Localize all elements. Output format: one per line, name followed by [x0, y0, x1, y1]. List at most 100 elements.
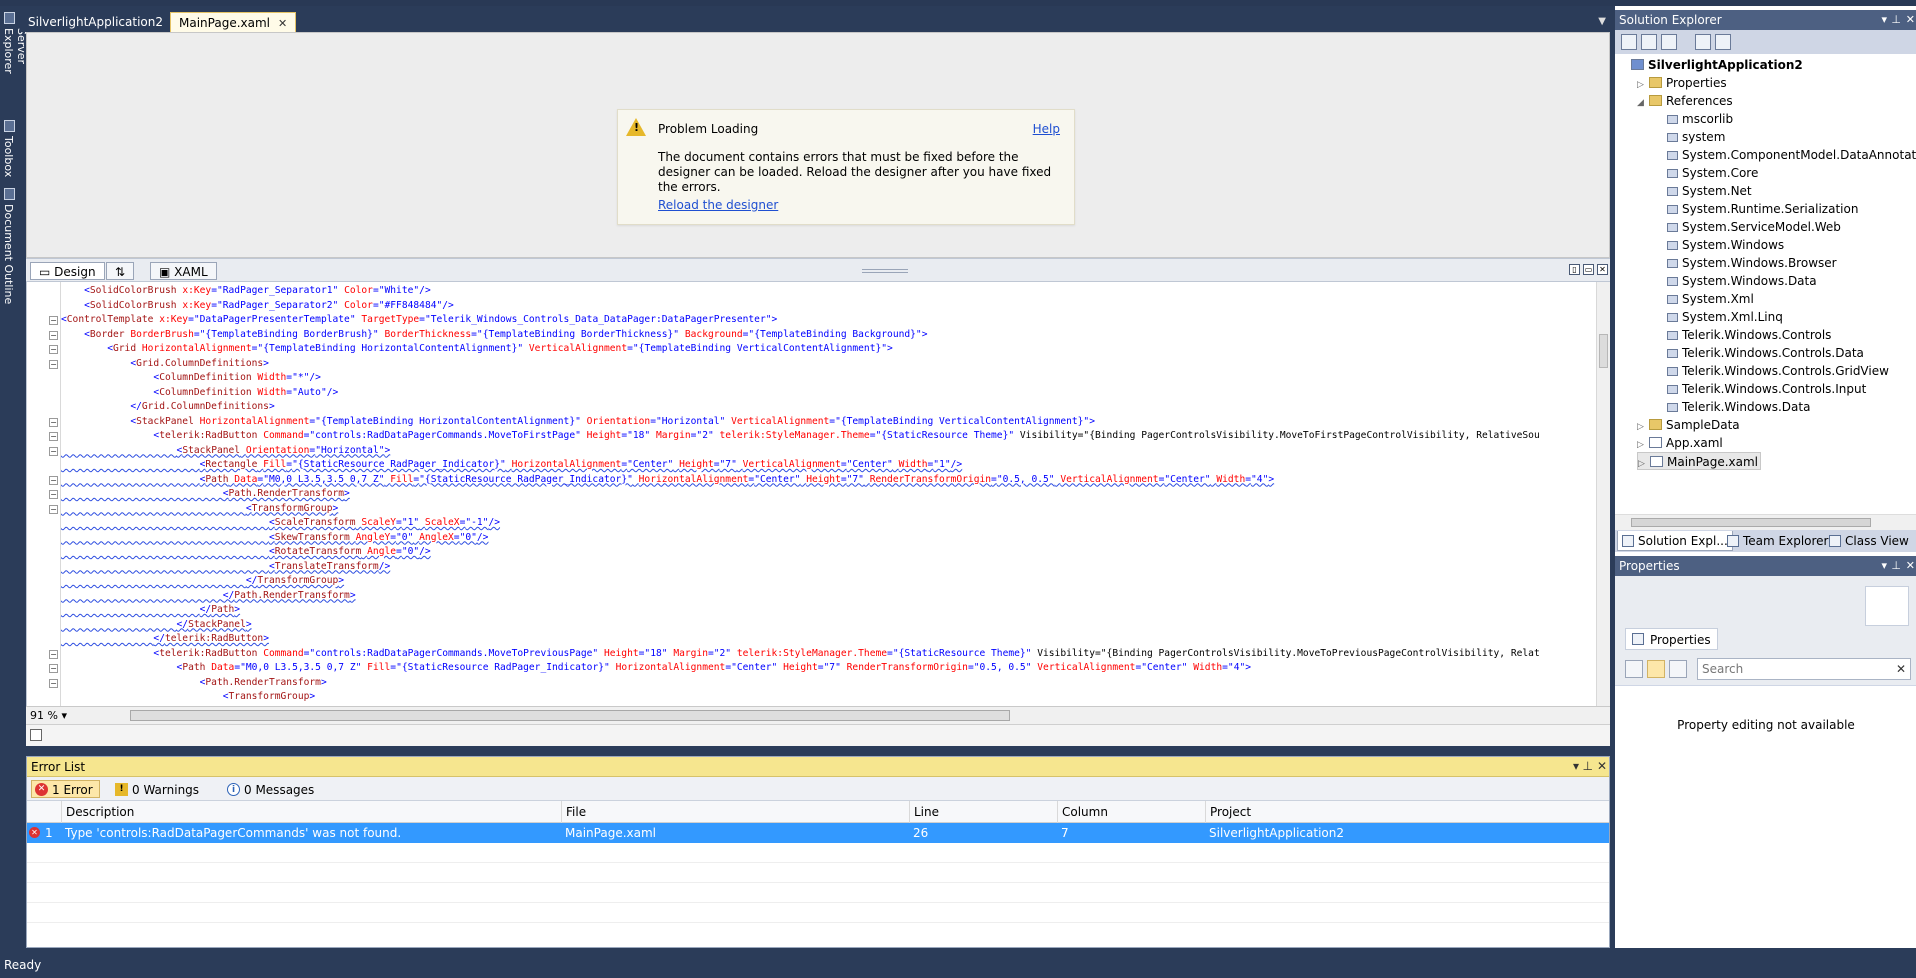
tab-properties[interactable]: Properties	[1625, 628, 1718, 650]
column-description[interactable]: Description	[61, 801, 561, 823]
fold-toggle-icon[interactable]: −	[49, 664, 58, 673]
code-line[interactable]: <StackPanel Orientation="Horizontal">	[61, 444, 391, 459]
splitter-grip[interactable]	[862, 269, 908, 273]
categorized-icon[interactable]	[1625, 660, 1643, 678]
fold-toggle-icon[interactable]: −	[49, 490, 58, 499]
tree-item[interactable]: ▷ MainPage.xaml	[1637, 452, 1761, 470]
tree-item[interactable]: ◢ References	[1637, 92, 1733, 110]
tree-item[interactable]: ▷ Properties	[1637, 74, 1727, 92]
vertical-split-icon[interactable]: ▯	[1569, 264, 1580, 275]
code-line[interactable]: <Border BorderBrush="{TemplateBinding Bo…	[61, 328, 927, 343]
tree-item[interactable]: ▷ App.xaml	[1637, 434, 1723, 452]
tab-solution-explorer[interactable]: Solution Expl...	[1617, 531, 1733, 551]
fold-toggle-icon[interactable]: −	[49, 432, 58, 441]
horizontal-scroll-thumb[interactable]	[130, 710, 1010, 721]
help-link[interactable]: Help	[1033, 122, 1060, 136]
code-line[interactable]: <telerik:RadButton Command="controls:Rad…	[61, 647, 1539, 662]
tree-item[interactable]: system	[1655, 128, 1725, 146]
view-designer-icon[interactable]	[1715, 34, 1731, 50]
code-line[interactable]: <SolidColorBrush x:Key="RadPager_Separat…	[61, 284, 431, 299]
column-column[interactable]: Column	[1057, 801, 1205, 823]
code-line[interactable]: <telerik:RadButton Command="controls:Rad…	[61, 429, 1539, 444]
code-area[interactable]: <SolidColorBrush x:Key="RadPager_Separat…	[61, 282, 1609, 706]
window-position-icon[interactable]: ▾	[1881, 559, 1887, 572]
events-icon[interactable]	[1669, 660, 1687, 678]
tree-item[interactable]: System.Net	[1655, 182, 1752, 200]
close-panel-icon[interactable]: ✕	[1597, 759, 1607, 773]
fold-toggle-icon[interactable]: −	[49, 446, 58, 456]
hscroll-thumb[interactable]	[1631, 518, 1871, 527]
editor-vertical-scrollbar[interactable]	[1596, 282, 1610, 706]
tree-item[interactable]: System.Windows	[1655, 236, 1784, 254]
code-line[interactable]: <SolidColorBrush x:Key="RadPager_Separat…	[61, 299, 454, 314]
pin-icon[interactable]: ⊥	[1891, 13, 1901, 26]
fold-toggle-icon[interactable]: −	[49, 504, 58, 514]
window-position-icon[interactable]: ▾	[1573, 759, 1579, 773]
errors-filter-button[interactable]: ✕ 1 Error	[31, 780, 100, 798]
toolbox-tab[interactable]: Toolbox	[2, 118, 18, 178]
show-all-files-icon[interactable]	[1641, 34, 1657, 50]
code-line[interactable]: <Path Data="M0,0 L3.5,3.5 0,7 Z" Fill="{…	[61, 473, 1275, 488]
code-line[interactable]: <TransformGroup>	[61, 502, 338, 517]
horizontal-split-icon[interactable]: ▭	[1583, 264, 1594, 275]
code-line[interactable]: <StackPanel HorizontalAlignment="{Templa…	[61, 415, 1095, 430]
tree-item[interactable]: System.Xml	[1655, 290, 1754, 308]
solution-tree-hscroll[interactable]	[1615, 514, 1916, 530]
vertical-scroll-thumb[interactable]	[1599, 334, 1608, 368]
expander-icon[interactable]: ◢	[1637, 94, 1649, 112]
tree-item[interactable]: System.Core	[1655, 164, 1758, 182]
fold-toggle-icon[interactable]: −	[49, 330, 58, 340]
tab-team-explorer[interactable]: Team Explorer	[1723, 531, 1833, 551]
column-file[interactable]: File	[561, 801, 909, 823]
tree-item[interactable]: System.Windows.Data	[1655, 272, 1817, 290]
fold-toggle-icon[interactable]: −	[49, 678, 58, 688]
close-panel-icon[interactable]: ✕	[1906, 559, 1915, 572]
tab-mainpage-xaml[interactable]: MainPage.xaml ✕	[170, 12, 297, 32]
tree-item[interactable]: System.Runtime.Serialization	[1655, 200, 1858, 218]
warnings-filter-button[interactable]: ! 0 Warnings	[111, 780, 206, 798]
xaml-editor[interactable]: − − − − − − − − − − − − − <SolidColorBrush x:Key="Ra…	[26, 282, 1610, 706]
tree-item[interactable]: SilverlightApplication2	[1619, 56, 1803, 74]
reload-designer-link[interactable]: Reload the designer	[658, 198, 778, 212]
refresh-icon[interactable]	[1661, 34, 1677, 50]
fold-toggle-icon[interactable]: −	[49, 359, 58, 369]
document-outline-tab[interactable]: Document Outline	[2, 186, 18, 306]
window-position-icon[interactable]: ▾	[1881, 13, 1887, 26]
tree-item[interactable]: System.ServiceModel.Web	[1655, 218, 1841, 236]
server-explorer-tab[interactable]: Server Explorer	[2, 10, 28, 106]
tree-item[interactable]: ▷ SampleData	[1637, 416, 1740, 434]
pin-icon[interactable]: ⊥	[1891, 559, 1901, 572]
close-tab-icon[interactable]: ✕	[278, 17, 287, 30]
tree-item[interactable]: System.Windows.Browser	[1655, 254, 1837, 272]
pin-icon[interactable]: ⊥	[1583, 759, 1593, 773]
code-line[interactable]: <RotateTransform Angle="0"/>	[61, 545, 431, 560]
code-line[interactable]: </Grid.ColumnDefinitions>	[61, 400, 274, 415]
column-project[interactable]: Project	[1205, 801, 1605, 823]
code-line[interactable]: <ColumnDefinition Width="Auto"/>	[61, 386, 338, 401]
collapse-pane-icon[interactable]: ✕	[1597, 264, 1608, 275]
code-line[interactable]: <Path.RenderTransform>	[61, 676, 327, 691]
tree-item[interactable]: System.ComponentModel.DataAnnotations	[1655, 146, 1916, 164]
code-line[interactable]: <ScaleTransform ScaleY="1" ScaleX="-1"/>	[61, 516, 500, 531]
column-line[interactable]: Line	[909, 801, 1057, 823]
properties-toolbar-icon[interactable]	[1621, 34, 1637, 50]
code-line[interactable]: <Grid.ColumnDefinitions>	[61, 357, 269, 372]
code-line[interactable]: <TranslateTransform/>	[61, 560, 390, 575]
tree-item[interactable]: Telerik.Windows.Controls.Input	[1655, 380, 1866, 398]
close-panel-icon[interactable]: ✕	[1906, 13, 1915, 26]
sort-alpha-icon[interactable]	[1647, 660, 1665, 678]
code-line[interactable]: <Path Data="M0,0 L3.5,3.5 0,7 Z" Fill="{…	[61, 661, 1252, 676]
fold-toggle-icon[interactable]: −	[49, 475, 58, 485]
table-row[interactable]: ✕ 1 Type 'controls:RadDataPagerCommands'…	[27, 823, 1609, 843]
expand-pane-icon[interactable]	[30, 729, 42, 741]
code-line[interactable]: <Grid HorizontalAlignment="{TemplateBind…	[61, 342, 893, 357]
tree-item[interactable]: Telerik.Windows.Controls	[1655, 326, 1831, 344]
tab-design[interactable]: ▭ Design	[30, 262, 105, 280]
code-line[interactable]: <Rectangle Fill="{StaticResource RadPage…	[61, 458, 963, 473]
code-line[interactable]: <SkewTransform AngleY="0" AngleX="0"/>	[61, 531, 489, 546]
code-line[interactable]: <ControlTemplate x:Key="DataPagerPresent…	[61, 313, 777, 328]
tab-xaml[interactable]: ▣ XAML	[150, 262, 217, 280]
tree-item[interactable]: Telerik.Windows.Controls.Data	[1655, 344, 1864, 362]
view-code-icon[interactable]	[1695, 34, 1711, 50]
fold-toggle-icon[interactable]: −	[49, 417, 58, 427]
